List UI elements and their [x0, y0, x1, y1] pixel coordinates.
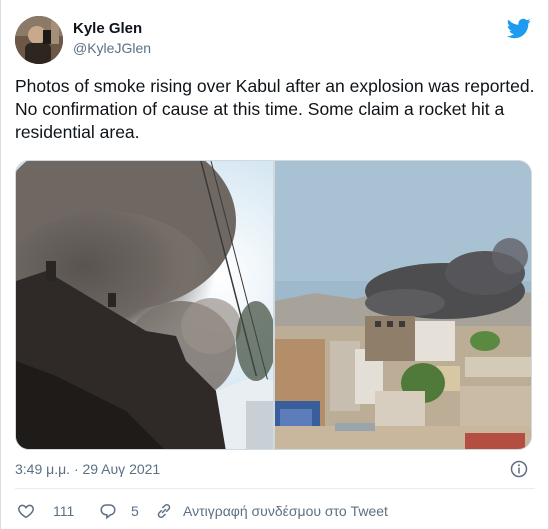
- tweet-card: Kyle Glen @KyleJGlen Photos of smoke ris…: [0, 0, 549, 529]
- display-name[interactable]: Kyle Glen: [73, 20, 151, 38]
- tweet-timestamp[interactable]: 3:49 μ.μ. · 29 Αυγ 2021: [15, 460, 160, 478]
- tweet-header: Kyle Glen @KyleJGlen: [15, 14, 535, 64]
- divider: [15, 488, 535, 489]
- reply-count: 5: [131, 503, 139, 519]
- copy-link-button[interactable]: Αντιγραφή συνδέσμου στο Tweet: [155, 500, 388, 522]
- handle[interactable]: @KyleJGlen: [73, 38, 151, 58]
- copy-link-label: Αντιγραφή συνδέσμου στο Tweet: [183, 503, 388, 519]
- like-count: 111: [53, 503, 75, 519]
- info-icon[interactable]: [510, 460, 528, 478]
- like-button[interactable]: 111: [17, 500, 74, 522]
- heart-icon: [18, 504, 34, 519]
- author-info: Kyle Glen @KyleJGlen: [73, 20, 151, 58]
- tweet-media[interactable]: [15, 160, 532, 450]
- twitter-bird-icon[interactable]: [507, 16, 531, 40]
- avatar[interactable]: [15, 16, 63, 64]
- tweet-actions: 111 5 Αντιγραφή συνδέσμου στο Tweet: [15, 500, 535, 522]
- tweet-text: Photos of smoke rising over Kabul after …: [15, 76, 535, 142]
- reply-bubble-icon: [100, 504, 116, 520]
- reply-button[interactable]: 5: [99, 500, 139, 522]
- photo-smoke-closeup[interactable]: [16, 161, 273, 449]
- photo-city-skyline[interactable]: [275, 161, 531, 449]
- link-icon: [157, 504, 171, 518]
